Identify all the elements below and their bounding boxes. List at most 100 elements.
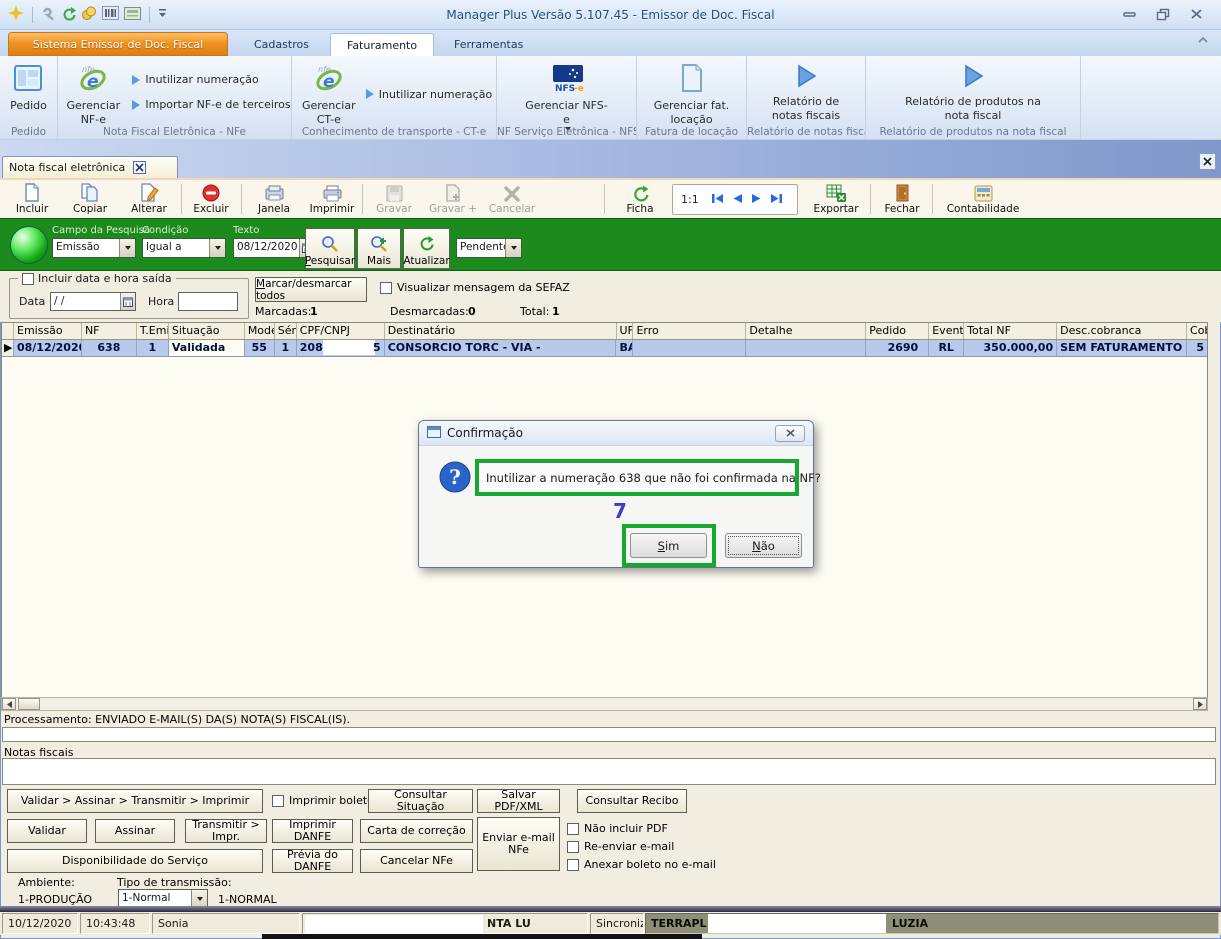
mais-button[interactable]: Mais bbox=[357, 228, 401, 269]
column-header[interactable]: Emissão bbox=[14, 323, 82, 339]
marcar-desmarcar-button[interactable]: Marcar/desmarcar todos bbox=[255, 277, 367, 302]
minimize-button[interactable] bbox=[1123, 8, 1136, 24]
imprimir-boleto-checkbox-row[interactable]: Imprimir boleto bbox=[272, 794, 374, 807]
inutilizar-numeracao-nfe-item[interactable]: Inutilizar numeração bbox=[132, 73, 290, 86]
data-input[interactable]: / / bbox=[50, 292, 136, 311]
transmitir-imprimir-button[interactable]: Transmitir > Impr. bbox=[185, 819, 267, 843]
notas-fiscais-listbox[interactable] bbox=[2, 758, 1216, 785]
cancelar-nfe-button[interactable]: Cancelar NFe bbox=[360, 849, 473, 873]
contabilidade-button[interactable]: Contabilidade bbox=[938, 182, 1028, 218]
pesquisar-button[interactable]: Pesquisar bbox=[305, 228, 355, 269]
campo-pesquisa-select[interactable]: Emissão bbox=[52, 238, 136, 258]
scroll-left-arrow[interactable] bbox=[2, 698, 16, 710]
nav-previous-button[interactable] bbox=[732, 193, 743, 207]
column-header[interactable]: NF bbox=[82, 323, 137, 339]
assinar-button[interactable]: Assinar bbox=[95, 819, 175, 843]
nao-incluir-pdf-checkbox-row[interactable]: Não incluir PDF bbox=[567, 822, 668, 835]
chevron-down-icon[interactable] bbox=[209, 239, 225, 257]
restore-button[interactable] bbox=[1156, 8, 1170, 24]
column-header[interactable]: CPF/CNPJ bbox=[297, 323, 385, 339]
column-header[interactable]: Pedido bbox=[866, 323, 929, 339]
validar-assinar-transmitir-imprimir-button[interactable]: Validar > Assinar > Transmitir > Imprimi… bbox=[7, 789, 263, 813]
anexar-boleto-checkbox[interactable] bbox=[567, 859, 579, 871]
tab-close-icon[interactable] bbox=[133, 161, 146, 174]
copiar-button[interactable]: Copiar bbox=[62, 182, 118, 218]
validar-button[interactable]: Validar bbox=[7, 819, 87, 843]
reenviar-email-checkbox[interactable] bbox=[567, 841, 579, 853]
column-header[interactable]: T.Emis. bbox=[137, 323, 169, 339]
consultar-recibo-button[interactable]: Consultar Recibo bbox=[577, 789, 687, 813]
document-icon bbox=[678, 63, 706, 96]
tab-faturamento[interactable]: Faturamento bbox=[330, 33, 434, 56]
importar-nfe-terceiros-item[interactable]: Importar NF-e de terceiros bbox=[132, 98, 290, 111]
column-header[interactable]: Situação bbox=[169, 323, 245, 339]
ficha-button[interactable]: Ficha bbox=[612, 182, 668, 218]
ambiente-label: Ambiente: bbox=[18, 876, 75, 889]
tab-ferramentas[interactable]: Ferramentas bbox=[438, 33, 539, 56]
chevron-down-icon[interactable] bbox=[505, 239, 521, 257]
disponibilidade-servico-button[interactable]: Disponibilidade do Serviço bbox=[7, 849, 263, 873]
column-header[interactable]: Desc.cobranca bbox=[1057, 323, 1187, 339]
collapse-ribbon-chevron-icon[interactable] bbox=[1197, 34, 1209, 47]
imprimir-boleto-checkbox[interactable] bbox=[272, 795, 284, 807]
column-header[interactable]: Total NF bbox=[964, 323, 1057, 339]
column-header[interactable]: Série bbox=[275, 323, 297, 339]
cpf-prefix: 208 bbox=[300, 341, 323, 354]
nav-last-button[interactable] bbox=[770, 193, 783, 207]
column-header[interactable]: Destinatário bbox=[385, 323, 617, 339]
group-caption: Nota Fiscal Eletrônica - NFe bbox=[58, 126, 291, 138]
nav-next-button[interactable] bbox=[751, 193, 762, 207]
incluir-data-hora-checkbox[interactable] bbox=[22, 273, 34, 285]
visualizar-sefaz-checkbox[interactable] bbox=[380, 282, 392, 294]
column-header[interactable]: UF bbox=[617, 323, 634, 339]
alterar-label: Alterar bbox=[131, 203, 167, 215]
enviar-email-nfe-button[interactable]: Enviar e-mail NFe bbox=[477, 817, 560, 871]
inutilizar-numeracao-cte-item[interactable]: Inutilizar numeração bbox=[366, 88, 492, 101]
application-button[interactable]: Sistema Emissor de Doc. Fiscal bbox=[8, 32, 228, 56]
scrollbar-thumb[interactable] bbox=[18, 698, 40, 710]
horizontal-scrollbar[interactable] bbox=[1, 697, 1208, 711]
nao-button[interactable]: Não bbox=[725, 533, 802, 558]
column-header[interactable]: Cobra bbox=[1187, 323, 1207, 339]
dialog-title-bar[interactable]: Confirmação bbox=[419, 421, 813, 446]
hora-input[interactable] bbox=[178, 292, 238, 311]
calendar-icon[interactable] bbox=[120, 293, 135, 310]
sim-button[interactable]: Sim bbox=[630, 533, 707, 558]
excluir-button[interactable]: Excluir bbox=[184, 182, 238, 218]
anexar-boleto-label: Anexar boleto no e-mail bbox=[584, 858, 716, 871]
imprimir-button[interactable]: Imprimir bbox=[304, 182, 360, 218]
chevron-down-icon[interactable] bbox=[119, 239, 135, 257]
exportar-button[interactable]: Exportar bbox=[806, 182, 866, 218]
processing-textbox[interactable] bbox=[2, 727, 1216, 742]
texto-date-input[interactable]: 08/12/2020 bbox=[233, 238, 315, 258]
column-header[interactable]: Erro bbox=[633, 323, 746, 339]
tab-cadastros[interactable]: Cadastros bbox=[238, 33, 325, 56]
nav-first-button[interactable] bbox=[711, 193, 724, 207]
status-filter-select[interactable]: Pendente bbox=[456, 238, 522, 258]
anexar-boleto-checkbox-row[interactable]: Anexar boleto no e-mail bbox=[567, 858, 716, 871]
scroll-right-arrow[interactable] bbox=[1193, 698, 1207, 710]
table-row[interactable]: ▶ 08/12/2020 638 1 Validada 55 1 208 5 C… bbox=[2, 340, 1207, 357]
status-bar: 10/12/2020 10:43:48 Sonia NTA LU Sincron… bbox=[0, 912, 1221, 935]
condicao-select[interactable]: Igual a bbox=[142, 238, 226, 258]
column-header[interactable]: Detalhe bbox=[746, 323, 866, 339]
atualizar-button[interactable]: Atualizar bbox=[403, 228, 450, 269]
imprimir-danfe-button[interactable]: Imprimir DANFE bbox=[272, 819, 353, 843]
reenviar-email-checkbox-row[interactable]: Re-enviar e-mail bbox=[567, 840, 674, 853]
close-button[interactable] bbox=[1190, 8, 1203, 24]
janela-button[interactable]: Janela bbox=[246, 182, 302, 218]
carta-correcao-button[interactable]: Carta de correção bbox=[360, 819, 473, 843]
strip-close-button[interactable] bbox=[1199, 153, 1216, 170]
column-header[interactable]: Evento bbox=[929, 323, 964, 339]
tab-nota-fiscal-eletronica[interactable]: Nota fiscal eletrônica bbox=[2, 156, 178, 178]
previa-danfe-button[interactable]: Prévia do DANFE bbox=[272, 849, 353, 873]
nao-incluir-pdf-checkbox[interactable] bbox=[567, 823, 579, 835]
column-header[interactable]: Modelo bbox=[245, 323, 275, 339]
incluir-button[interactable]: Incluir bbox=[4, 182, 60, 218]
fechar-button[interactable]: Fechar bbox=[874, 182, 930, 218]
alterar-button[interactable]: Alterar bbox=[120, 182, 178, 218]
visualizar-sefaz-checkbox-row[interactable]: Visualizar mensagem da SEFAZ bbox=[380, 281, 570, 294]
dialog-close-button[interactable] bbox=[775, 425, 805, 442]
consultar-situacao-button[interactable]: Consultar Situação bbox=[368, 789, 473, 813]
salvar-pdf-xml-button[interactable]: Salvar PDF/XML bbox=[477, 789, 560, 813]
